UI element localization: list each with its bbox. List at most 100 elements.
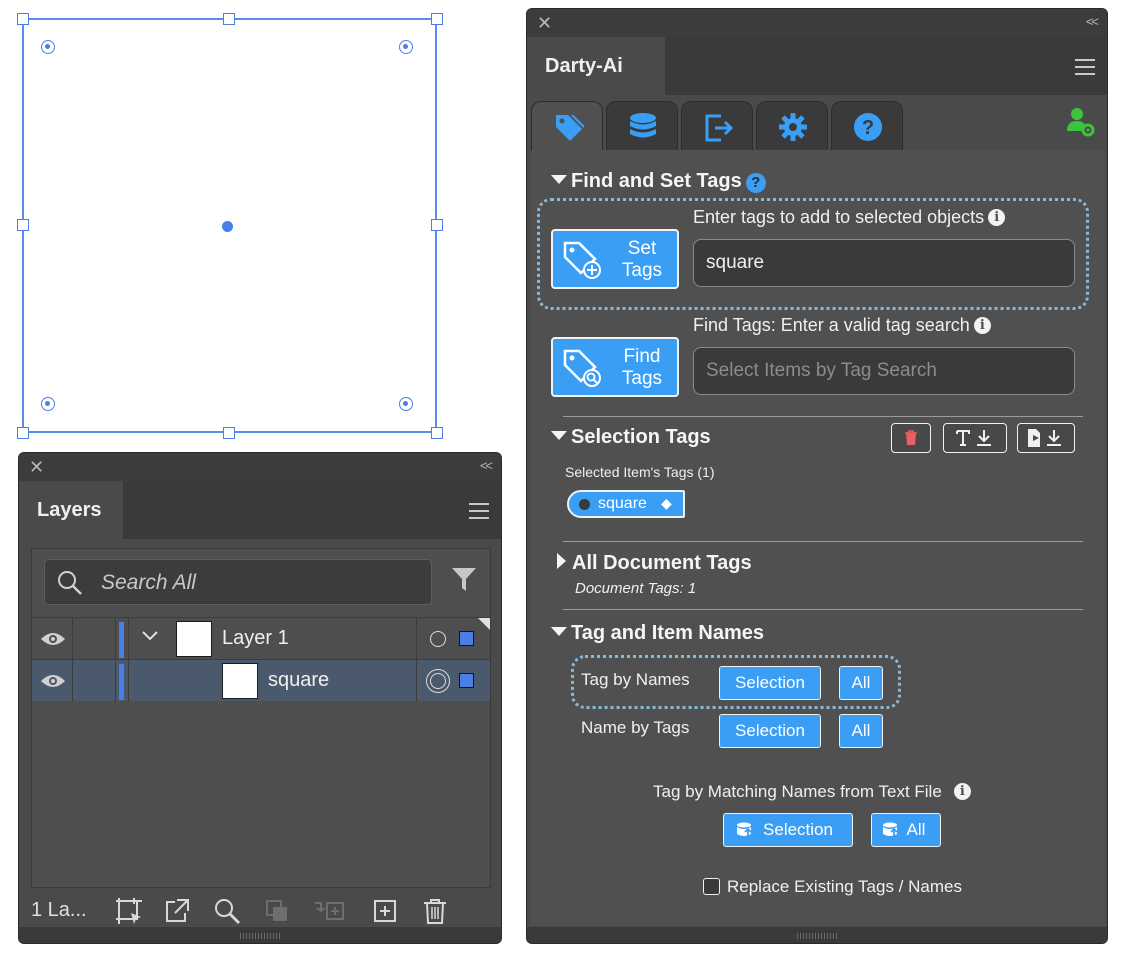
- label-text: Enter tags to add to selected objects: [693, 207, 985, 227]
- corner-radius-widget-tl[interactable]: [41, 40, 55, 54]
- divider: [563, 609, 1083, 610]
- trash-icon: [905, 430, 917, 445]
- user-settings-icon[interactable]: [1067, 107, 1095, 137]
- all-document-tags-header[interactable]: All Document Tags: [557, 552, 752, 575]
- text-download-icon: [956, 430, 991, 446]
- resize-handle-tl[interactable]: [17, 13, 29, 25]
- set-tags-input[interactable]: square: [693, 239, 1075, 287]
- set-tags-line2: Tags: [621, 260, 663, 281]
- collapse-icon[interactable]: <<: [480, 458, 493, 473]
- tag-search-icon: [563, 349, 601, 387]
- tag-item-names-header[interactable]: Tag and Item Names: [551, 622, 764, 645]
- resize-handle-br[interactable]: [431, 427, 443, 439]
- eraser-icon[interactable]: ◆: [661, 495, 672, 512]
- selection-square-icon[interactable]: [459, 673, 474, 688]
- resize-grip[interactable]: [19, 927, 501, 943]
- layers-footer: 1 La...: [19, 893, 501, 929]
- close-icon[interactable]: ✕: [537, 13, 552, 34]
- resize-handle-tr[interactable]: [431, 13, 443, 25]
- darty-topbar: ✕ <<: [527, 9, 1107, 37]
- filter-icon[interactable]: [450, 565, 478, 593]
- tag-chip[interactable]: square ◆: [567, 490, 685, 518]
- tab-help[interactable]: ?: [831, 101, 903, 151]
- find-tags-input[interactable]: Select Items by Tag Search: [693, 347, 1075, 395]
- find-tags-label: Find Tags: [611, 346, 673, 390]
- visibility-eye-icon[interactable]: [40, 631, 66, 647]
- trash-icon[interactable]: [421, 897, 449, 925]
- text-file-selection-button[interactable]: Selection: [723, 813, 853, 847]
- search-icon: [58, 571, 82, 595]
- info-icon[interactable]: i: [988, 209, 1006, 226]
- layers-list: Search All Layer 1 square: [31, 548, 491, 888]
- layer-thumbnail: [222, 663, 258, 699]
- target-circle-icon[interactable]: [426, 669, 450, 693]
- info-icon[interactable]: i: [953, 783, 971, 800]
- tag-by-names-selection-button[interactable]: Selection: [719, 666, 821, 700]
- visibility-eye-icon[interactable]: [40, 673, 66, 689]
- tag-icon: [556, 114, 585, 141]
- help-icon[interactable]: ?: [745, 173, 766, 193]
- tab-database[interactable]: [606, 101, 678, 151]
- export-icon[interactable]: [163, 897, 191, 925]
- layer-name[interactable]: square: [268, 669, 329, 692]
- tab-export[interactable]: [681, 101, 753, 151]
- resize-handle-bl[interactable]: [17, 427, 29, 439]
- resize-grip[interactable]: [527, 927, 1107, 943]
- name-by-tags-selection-button[interactable]: Selection: [719, 714, 821, 748]
- find-set-tags-header[interactable]: Find and Set Tags?: [551, 170, 766, 193]
- corner-radius-widget-br[interactable]: [399, 397, 413, 411]
- layers-search-input[interactable]: Search All: [44, 559, 432, 605]
- name-by-tags-label: Name by Tags: [581, 718, 690, 737]
- database-upload-icon: [737, 822, 752, 836]
- corner-radius-widget-tr[interactable]: [399, 40, 413, 54]
- set-tags-button[interactable]: Set Tags: [551, 229, 679, 289]
- file-download-icon: [1028, 429, 1061, 447]
- find-tags-line2: Tags: [621, 368, 663, 389]
- layer-color-bar: [119, 622, 124, 658]
- text-file-all-button[interactable]: All: [871, 813, 941, 847]
- label-text: Find Tags: Enter a valid tag search: [693, 315, 970, 335]
- label-text: Tag by Matching Names from Text File: [653, 782, 942, 801]
- name-by-tags-all-button[interactable]: All: [839, 714, 883, 748]
- resize-handle-t[interactable]: [223, 13, 235, 25]
- layer-row[interactable]: square: [32, 659, 490, 702]
- tab-layers[interactable]: Layers: [19, 481, 123, 539]
- find-tags-button[interactable]: Find Tags: [551, 337, 679, 397]
- info-icon[interactable]: i: [973, 317, 991, 334]
- artboard-icon[interactable]: [115, 897, 143, 925]
- layers-topbar: ✕ <<: [19, 453, 501, 481]
- new-layer-icon[interactable]: [371, 897, 399, 925]
- panel-menu-icon[interactable]: [1075, 59, 1095, 80]
- button-label: Selection: [763, 820, 833, 839]
- layer-name[interactable]: Layer 1: [222, 627, 289, 650]
- divider: [563, 541, 1083, 542]
- tab-settings[interactable]: [756, 101, 828, 151]
- collapse-triangle-icon: [551, 627, 567, 636]
- corner-radius-widget-bl[interactable]: [41, 397, 55, 411]
- resize-handle-r[interactable]: [431, 219, 443, 231]
- collapse-icon[interactable]: <<: [1086, 14, 1099, 29]
- chevron-down-icon[interactable]: [142, 628, 158, 646]
- tag-by-names-all-button[interactable]: All: [839, 666, 883, 700]
- file-export-button[interactable]: [1017, 423, 1075, 453]
- delete-tags-button[interactable]: [891, 423, 931, 453]
- layer-row[interactable]: Layer 1: [32, 617, 490, 660]
- divider: [563, 416, 1083, 417]
- set-tags-label: Enter tags to add to selected objects i: [693, 207, 1006, 228]
- tag-by-names-label: Tag by Names: [581, 670, 690, 689]
- close-icon[interactable]: ✕: [29, 457, 44, 478]
- selection-square-icon[interactable]: [459, 631, 474, 646]
- section-title: Find and Set Tags: [571, 170, 742, 192]
- target-circle-icon[interactable]: [430, 631, 446, 647]
- panel-menu-icon[interactable]: [469, 503, 489, 524]
- resize-handle-l[interactable]: [17, 219, 29, 231]
- selection-tags-header[interactable]: Selection Tags: [551, 426, 711, 449]
- tab-darty-ai[interactable]: Darty-Ai: [527, 37, 665, 95]
- text-export-button[interactable]: [943, 423, 1007, 453]
- resize-handle-b[interactable]: [223, 427, 235, 439]
- search-icon[interactable]: [213, 897, 241, 925]
- svg-text:?: ?: [862, 117, 874, 139]
- darty-icon-tabs: ?: [527, 95, 1107, 158]
- database-upload-icon: [883, 822, 898, 836]
- replace-checkbox[interactable]: [703, 878, 720, 895]
